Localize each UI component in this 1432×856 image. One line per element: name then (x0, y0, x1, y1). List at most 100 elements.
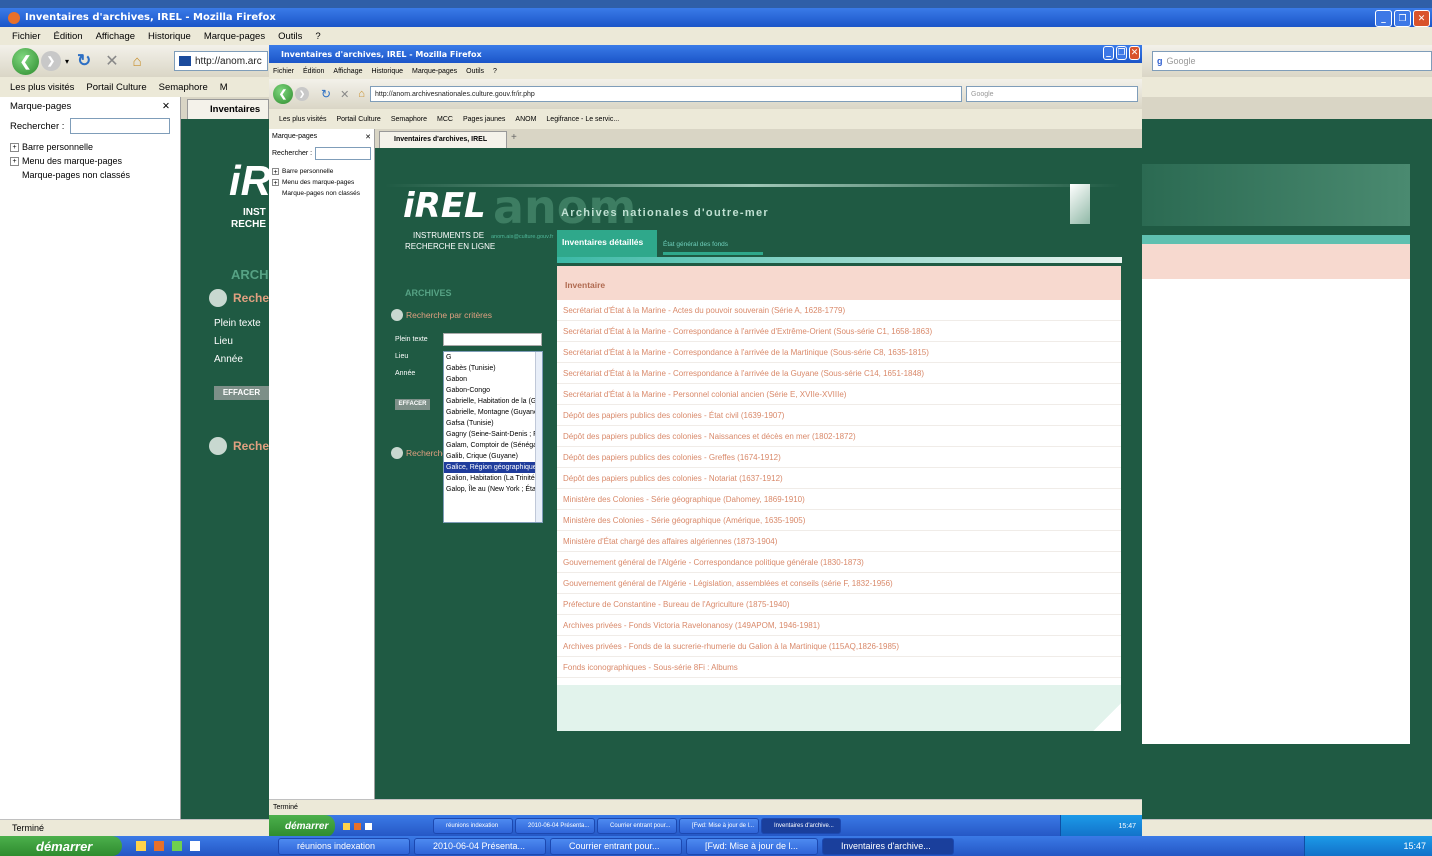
outer-recherche2[interactable]: Reche (209, 437, 269, 455)
inventaire-row-link[interactable]: Secrétariat d'État à la Marine - Corresp… (557, 363, 1121, 384)
inner-menu-fichier[interactable]: Fichier (273, 68, 294, 75)
outer-url-field[interactable]: http://anom.arc (174, 51, 268, 71)
dropdown-option[interactable]: Gabon (444, 374, 536, 385)
inner-forward-button[interactable]: ❯ (295, 87, 309, 101)
recherche-par-criteres[interactable]: Recherche par critères (391, 309, 492, 321)
close-sidebar-icon[interactable]: ✕ (162, 101, 170, 112)
dropdown-option[interactable]: Galice, Région géographique (Espagne) (444, 462, 536, 473)
back-button[interactable]: ❮ (12, 47, 39, 75)
menu-aide[interactable]: ? (315, 31, 320, 42)
inner-recherche2[interactable]: Recherche (391, 447, 447, 459)
inner-bookmark[interactable]: ANOM (515, 116, 536, 123)
inventaire-row-link[interactable]: Dépôt des papiers publics des colonies -… (557, 405, 1121, 426)
inner-task[interactable]: réunions indexation (433, 818, 513, 834)
inner-close-button[interactable]: ✕ (1129, 46, 1140, 60)
inventaire-row-link[interactable]: Secrétariat d'État à la Marine - Personn… (557, 384, 1121, 405)
dropdown-option[interactable]: Galam, Comptoir de (Sénégal) (444, 440, 536, 451)
inner-close-sidebar-icon[interactable]: ✕ (365, 133, 371, 141)
inner-tree-item[interactable]: Marque-pages non classés (282, 190, 371, 197)
inner-sidebar-search[interactable] (315, 147, 371, 160)
inner-tree-item[interactable]: + Menu des marque-pages (272, 179, 371, 187)
forward-button[interactable]: ❯ (41, 51, 61, 71)
tree-item[interactable]: + Menu des marque-pages (10, 156, 170, 166)
dropdown-option[interactable]: G (444, 352, 536, 363)
dropdown-icon[interactable]: ▾ (65, 57, 69, 66)
outer-task-active[interactable]: Inventaires d'archive... (822, 837, 954, 855)
new-tab-button[interactable]: + (511, 132, 517, 143)
inventaire-row-link[interactable]: Gouvernement général de l'Algérie - Corr… (557, 552, 1121, 573)
inventaire-row-link[interactable]: Dépôt des papiers publics des colonies -… (557, 468, 1121, 489)
inner-bookmark[interactable]: Les plus visités (279, 116, 326, 123)
menu-edition[interactable]: Édition (54, 31, 83, 42)
inventaire-row-link[interactable]: Fonds iconographiques - Sous-série 8Fi :… (557, 657, 1121, 678)
inner-back-button[interactable]: ❮ (273, 84, 293, 104)
bookmark-portail-culture[interactable]: Portail Culture (86, 82, 146, 93)
inner-task[interactable]: 2010-06-04 Présenta... (515, 818, 595, 834)
quicklaunch-icon[interactable] (136, 841, 146, 851)
inner-effacer-button[interactable]: EFFACER (395, 399, 430, 410)
outer-search-field[interactable]: g Google (1152, 51, 1432, 71)
outer-task[interactable]: réunions indexation (278, 837, 410, 855)
dropdown-option[interactable]: Galion, Habitation (La Trinité ; Martini… (444, 473, 536, 484)
inner-bookmark[interactable]: Pages jaunes (463, 116, 505, 123)
inner-search-field[interactable]: Google (966, 86, 1138, 102)
inner-task-active[interactable]: Inventaires d'archive... (761, 818, 841, 834)
menu-fichier[interactable]: Fichier (12, 31, 41, 42)
stop-icon[interactable]: ✕ (105, 51, 118, 71)
inner-url-field[interactable]: http://anom.archivesnationales.culture.g… (370, 86, 962, 102)
bookmark-m[interactable]: M (220, 82, 228, 93)
inner-stop-icon[interactable]: ✕ (340, 88, 349, 101)
inner-tree-item[interactable]: + Barre personnelle (272, 168, 371, 176)
reload-icon[interactable]: ↻ (77, 51, 91, 71)
lieu-dropdown-list[interactable]: G Gabès (Tunisie) Gabon Gabon-Congo Gabriell… (443, 351, 543, 523)
quicklaunch-icon[interactable] (190, 841, 200, 851)
restore-button[interactable]: ❐ (1394, 10, 1411, 27)
bookmark-most-visited[interactable]: Les plus visités (10, 82, 74, 93)
inner-bookmark[interactable]: Semaphore (391, 116, 427, 123)
inner-menu-aide[interactable]: ? (493, 68, 497, 75)
tree-item[interactable]: Marque-pages non classés (22, 170, 170, 180)
dropdown-option[interactable]: Gabès (Tunisie) (444, 363, 536, 374)
inventaire-row-link[interactable]: Gouvernement général de l'Algérie - Légi… (557, 573, 1121, 594)
inventaire-row-link[interactable]: Archives privées - Fonds de la sucrerie-… (557, 636, 1121, 657)
inner-reload-icon[interactable]: ↻ (321, 87, 331, 101)
inner-menu-affichage[interactable]: Affichage (333, 68, 362, 75)
inner-minimize-button[interactable]: _ (1103, 46, 1114, 60)
contact-email[interactable]: anom.aix@culture.gouv.fr (491, 234, 553, 240)
close-button[interactable]: ✕ (1413, 10, 1430, 27)
inner-menu-marque-pages[interactable]: Marque-pages (412, 68, 457, 75)
inner-menu-edition[interactable]: Édition (303, 68, 324, 75)
outer-task[interactable]: 2010-06-04 Présenta... (414, 837, 546, 855)
quicklaunch-icon[interactable] (343, 822, 350, 830)
dropdown-option[interactable]: Gagny (Seine-Saint-Denis ; France) (444, 429, 536, 440)
menu-marque-pages[interactable]: Marque-pages (204, 31, 265, 42)
inner-home-icon[interactable]: ⌂ (358, 88, 365, 100)
menu-affichage[interactable]: Affichage (96, 31, 135, 42)
outer-recherche1[interactable]: Reche (209, 289, 269, 307)
inner-task[interactable]: Courrier entrant pour... (597, 818, 677, 834)
plein-texte-input[interactable] (443, 333, 542, 346)
home-icon[interactable]: ⌂ (133, 53, 142, 70)
inner-menu-outils[interactable]: Outils (466, 68, 484, 75)
outer-sidebar-search[interactable] (70, 118, 170, 134)
tree-item[interactable]: + Barre personnelle (10, 142, 170, 152)
quicklaunch-icon[interactable] (172, 841, 182, 851)
quicklaunch-icon[interactable] (354, 822, 361, 830)
inner-tab[interactable]: Inventaires d'archives, IREL (379, 131, 507, 148)
outer-task[interactable]: [Fwd: Mise à jour de l... (686, 837, 818, 855)
dropdown-option[interactable]: Galop, Île au (New York ; États-Unis (444, 484, 536, 495)
bookmark-semaphore[interactable]: Semaphore (159, 82, 208, 93)
menu-historique[interactable]: Historique (148, 31, 191, 42)
tab-etat-general[interactable]: État général des fonds (663, 238, 763, 255)
dropdown-scrollbar[interactable] (535, 352, 542, 522)
inner-bookmark[interactable]: Portail Culture (336, 116, 380, 123)
dropdown-option[interactable]: Gafsa (Tunisie) (444, 418, 536, 429)
inventaire-row-link[interactable]: Archives privées - Fonds Victoria Ravelo… (557, 615, 1121, 636)
inventaire-row-link[interactable]: Dépôt des papiers publics des colonies -… (557, 447, 1121, 468)
inner-start-button[interactable]: démarrer (269, 815, 335, 837)
quicklaunch-icon[interactable] (365, 822, 372, 830)
minimize-button[interactable]: _ (1375, 10, 1392, 27)
inner-bookmark[interactable]: MCC (437, 116, 453, 123)
inventaire-row-link[interactable]: Ministère d'État chargé des affaires alg… (557, 531, 1121, 552)
outer-effacer-button[interactable]: EFFACER (214, 386, 269, 400)
